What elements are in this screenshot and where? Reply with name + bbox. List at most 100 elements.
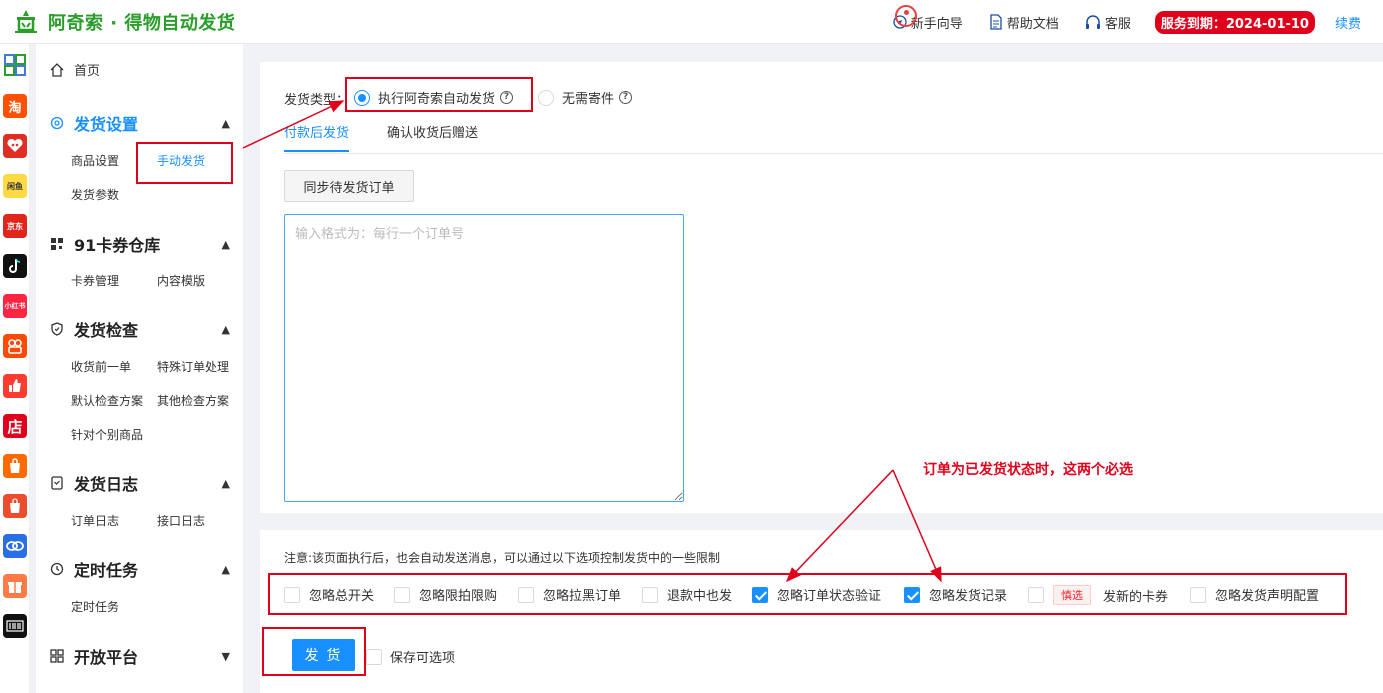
chevron-up-icon: ▲ <box>221 322 230 336</box>
checkbox-checked[interactable] <box>752 586 768 603</box>
clock-icon <box>50 562 64 576</box>
sidebar-group-ship-settings[interactable]: 发货设置 ▲ <box>50 111 230 135</box>
checkbox[interactable] <box>394 586 410 603</box>
guide-link[interactable]: 新手向导 <box>893 4 963 32</box>
sidebar-item-manual-ship[interactable]: 手动发货 <box>157 152 205 169</box>
caution-tag: 慎选 <box>1053 585 1091 605</box>
shopping-bag-icon[interactable] <box>3 454 27 478</box>
sidebar-item-specific-products[interactable]: 针对个别商品 <box>71 426 143 443</box>
radio-checked[interactable] <box>354 89 370 106</box>
option-label: 退款中也发 <box>667 589 733 604</box>
checkbox[interactable] <box>642 586 658 603</box>
thumbs-up-icon[interactable] <box>3 374 27 398</box>
sidebar-item-api-log[interactable]: 接口日志 <box>157 512 205 529</box>
chevron-up-icon: ▲ <box>221 476 230 490</box>
support-label: 客服 <box>1104 16 1131 32</box>
ship-type-no-ship-radio[interactable]: 无需寄件 ? <box>538 88 633 107</box>
sidebar-item-home[interactable]: 首页 <box>50 60 100 79</box>
group-title: 91卡券仓库 <box>74 236 161 255</box>
docs-label: 帮助文档 <box>1006 16 1059 32</box>
checkbox[interactable] <box>518 586 534 603</box>
sync-orders-button[interactable]: 同步待发货订单 <box>284 170 414 202</box>
sidebar-item-default-check[interactable]: 默认检查方案 <box>71 392 143 409</box>
support-link[interactable]: 客服 <box>1085 13 1131 32</box>
save-options-label: 保存可选项 <box>390 651 456 666</box>
shop-icon[interactable]: 店 <box>3 414 27 438</box>
taobao-icon[interactable]: 淘 <box>3 94 27 118</box>
option-label: 忽略拉黑订单 <box>543 589 622 604</box>
grid-apps-icon[interactable] <box>3 53 27 77</box>
sidebar-item-other-check[interactable]: 其他检查方案 <box>157 392 229 409</box>
sidebar-item-scheduled-task[interactable]: 定时任务 <box>71 598 119 615</box>
option-label: 忽略发货声明配置 <box>1215 589 1320 604</box>
sidebar-item-order-log[interactable]: 订单日志 <box>71 512 119 529</box>
tab-ship-after-payment[interactable]: 付款后发货 <box>284 122 350 152</box>
tab-gift-after-receipt[interactable]: 确认收货后赠送 <box>387 122 478 150</box>
dewu-icon[interactable] <box>3 614 27 638</box>
option-issue-new-card[interactable]: 慎选 发新的卡券 <box>1028 585 1168 605</box>
checkbox[interactable] <box>284 586 300 603</box>
douyin-icon[interactable] <box>3 254 27 278</box>
app-title: 阿奇索 · 得物自动发货 <box>48 12 236 34</box>
option-ignore-ship-statement[interactable]: 忽略发货声明配置 <box>1190 585 1319 604</box>
docs-link[interactable]: 帮助文档 <box>989 13 1059 32</box>
option-label: 忽略总开关 <box>309 589 375 604</box>
sidebar-group-ship-log[interactable]: 发货日志 ▲ <box>50 471 230 495</box>
help-icon[interactable]: ? <box>619 91 633 104</box>
link-icon[interactable] <box>3 534 27 558</box>
order-number-input[interactable] <box>284 214 684 502</box>
option-ignore-order-status[interactable]: 忽略订单状态验证 <box>752 585 881 604</box>
platform-switcher: 淘 闲鱼 京东 小红书 店 <box>0 44 30 693</box>
kuaishou-icon[interactable] <box>3 334 27 358</box>
chevron-down-icon: ▼ <box>221 649 230 663</box>
group-title: 发货设置 <box>74 115 139 134</box>
option-ignore-blacklist[interactable]: 忽略拉黑订单 <box>518 585 621 604</box>
shield-icon <box>51 322 63 336</box>
gift-icon[interactable] <box>3 574 27 598</box>
option-ignore-purchase-limit[interactable]: 忽略限拍限购 <box>394 585 497 604</box>
home-icon <box>50 62 64 77</box>
sidebar-item-card-manage[interactable]: 卡券管理 <box>71 272 119 289</box>
log-icon <box>51 476 63 490</box>
xianyu-icon[interactable]: 闲鱼 <box>3 174 27 198</box>
save-options-checkbox[interactable]: 保存可选项 <box>366 647 455 666</box>
option-ignore-ship-record[interactable]: 忽略发货记录 <box>904 585 1007 604</box>
group-title: 发货日志 <box>74 475 139 494</box>
group-title: 定时任务 <box>74 561 139 580</box>
app-logo[interactable]: 阿奇索 · 得物自动发货 <box>0 8 235 36</box>
annotation-note: 订单为已发货状态时，这两个必选 <box>923 462 1133 478</box>
ship-options-panel: 注意:该页面执行后，也会自动发送消息，可以通过以下选项控制发货中的一些限制 忽略… <box>260 530 1383 693</box>
checkbox[interactable] <box>1028 587 1044 603</box>
sidebar-item-ship-params[interactable]: 发货参数 <box>71 186 119 203</box>
logo-icon <box>15 9 37 33</box>
option-ship-during-refund[interactable]: 退款中也发 <box>642 585 732 604</box>
sidebar-group-card-warehouse[interactable]: 91卡券仓库 ▲ <box>50 232 230 256</box>
checkbox[interactable] <box>1190 586 1206 603</box>
chevron-up-icon: ▲ <box>221 116 230 130</box>
sidebar-item-special-orders[interactable]: 特殊订单处理 <box>157 358 229 375</box>
sidebar-item-product-settings[interactable]: 商品设置 <box>71 152 119 169</box>
radio-unchecked[interactable] <box>538 89 554 106</box>
sidebar-item-content-template[interactable]: 内容模版 <box>157 272 205 289</box>
help-icon[interactable]: ? <box>500 91 514 104</box>
sidebar-item-before-receipt[interactable]: 收货前一单 <box>71 358 131 375</box>
option-ignore-master-switch[interactable]: 忽略总开关 <box>284 585 374 604</box>
renew-link[interactable]: 续费 <box>1335 13 1361 32</box>
pinduoduo-icon[interactable] <box>3 134 27 158</box>
notice-text: 注意:该页面执行后，也会自动发送消息，可以通过以下选项控制发货中的一些限制 <box>284 551 721 565</box>
checkbox-checked[interactable] <box>904 586 920 603</box>
ship-type-auto-radio[interactable]: 执行阿奇索自动发货 ? <box>354 88 514 107</box>
jd-icon[interactable]: 京东 <box>3 214 27 238</box>
checkbox[interactable] <box>366 648 382 665</box>
document-icon <box>990 14 1002 30</box>
sidebar-group-ship-check[interactable]: 发货检查 ▲ <box>50 317 230 341</box>
sidebar-group-open-platform[interactable]: 开放平台 ▼ <box>50 644 230 668</box>
xiaohongshu-icon[interactable]: 小红书 <box>3 294 27 318</box>
manual-ship-panel: 发货类型： 执行阿奇索自动发货 ? 无需寄件 ? 付款后发货 确认收货后赠送 同… <box>260 62 1383 513</box>
sidebar-group-scheduled-tasks[interactable]: 定时任务 ▲ <box>50 557 230 581</box>
ship-button[interactable]: 发 货 <box>292 639 355 671</box>
sidebar-menu: 首页 发货设置 ▲ 商品设置 手动发货 发货参数 91卡券仓库 ▲ 卡券管理 内… <box>36 44 243 693</box>
chevron-up-icon: ▲ <box>221 237 230 251</box>
option-label: 发新的卡券 <box>1103 589 1169 605</box>
shopee-icon[interactable] <box>3 494 27 518</box>
